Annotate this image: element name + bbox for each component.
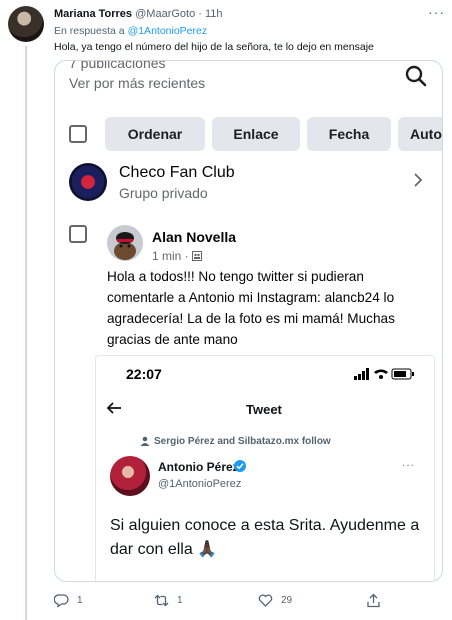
search-icon	[405, 65, 427, 87]
tweet[interactable]: Mariana Torres @MaarGoto · 11h ··· En re…	[0, 0, 452, 620]
verified-icon	[234, 460, 246, 472]
post-author-name: Alan Novella	[152, 229, 237, 245]
sort-label: Ver por más recientes	[69, 75, 206, 91]
timestamp[interactable]: 11h	[205, 8, 223, 20]
back-arrow-icon	[106, 402, 121, 414]
post-checkbox	[69, 225, 87, 243]
chip-fecha: Fecha	[307, 117, 391, 151]
retweet-count: 1	[177, 595, 183, 606]
like-count: 29	[281, 595, 293, 606]
status-bar-icons	[354, 368, 414, 380]
post-author-avatar	[107, 225, 143, 261]
author-handle[interactable]: @MaarGoto	[135, 8, 195, 20]
thread-line	[25, 46, 27, 620]
screen-title: Tweet	[246, 402, 282, 417]
post-meta: 1 min ·	[152, 249, 203, 263]
reply-button[interactable]: 1	[54, 593, 83, 608]
group-name: Checo Fan Club	[119, 164, 235, 181]
publication-count: 7 publicaciones	[69, 60, 166, 71]
tweet-header: Mariana Torres @MaarGoto · 11h	[54, 8, 223, 20]
share-icon	[367, 593, 380, 608]
like-icon	[258, 594, 273, 607]
chip-ordenar: Ordenar	[105, 117, 205, 151]
select-checkbox	[69, 125, 87, 143]
author-avatar[interactable]	[8, 6, 44, 42]
group-privacy-icon	[192, 251, 203, 261]
reply-context: En respuesta a @1AntonioPerez	[54, 25, 207, 37]
post-time: 1 min ·	[152, 249, 193, 263]
chip-enlace: Enlace	[212, 117, 300, 151]
reply-icon	[54, 594, 69, 608]
group-privacy: Grupo privado	[119, 185, 208, 201]
retweet-icon	[154, 594, 169, 607]
tweet-text: Hola, ya tengo el número del hijo de la …	[54, 41, 374, 53]
embedded-author-name: Antonio Pérez	[158, 460, 239, 474]
chevron-right-icon	[414, 173, 423, 187]
person-icon	[140, 436, 150, 446]
like-button[interactable]: 29	[258, 593, 292, 608]
chip-auto: Auto	[398, 117, 442, 151]
embedded-author-handle: @1AntonioPerez	[158, 478, 242, 490]
separator: ·	[198, 8, 202, 20]
share-button[interactable]	[366, 593, 381, 608]
author-name[interactable]: Mariana Torres	[54, 8, 132, 20]
group-logo	[69, 163, 107, 201]
reply-prefix: En respuesta a	[54, 25, 125, 37]
embedded-more-icon: ···	[402, 460, 415, 471]
embedded-author-avatar	[110, 456, 150, 496]
embedded-tweet-screenshot: 22:07 Tweet Sergio Pérez and Silbatazo.m…	[95, 355, 435, 581]
tweet-media-image[interactable]: 7 publicaciones Ver por más recientes Or…	[54, 60, 443, 582]
retweet-button[interactable]: 1	[154, 593, 183, 608]
followed-by-text: Sergio Pérez and Silbatazo.mx follow	[154, 436, 331, 447]
phone-time: 22:07	[126, 366, 162, 382]
post-body: Hola a todos!!! No tengo twitter si pudi…	[107, 269, 395, 347]
more-options-button[interactable]: ···	[428, 4, 445, 20]
reply-count: 1	[77, 595, 83, 606]
reply-to-link[interactable]: @1AntonioPerez	[128, 25, 208, 37]
embedded-tweet-text: Si alguien conoce a esta Srita. Ayudenme…	[110, 517, 420, 558]
